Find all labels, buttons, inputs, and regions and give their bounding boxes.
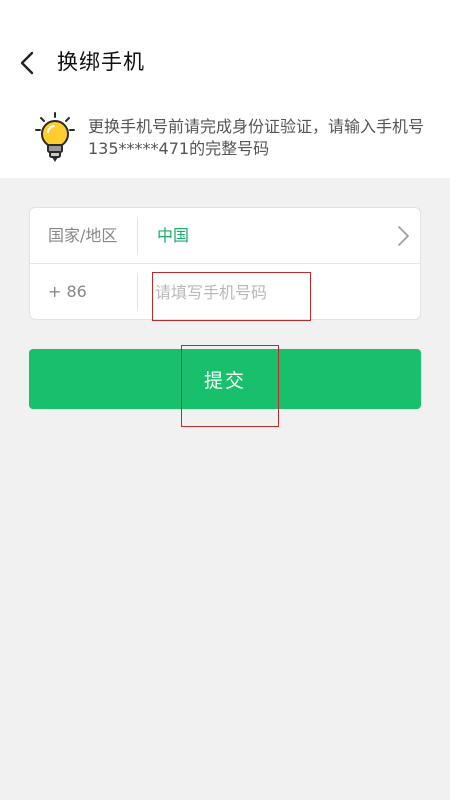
back-button[interactable] (10, 46, 44, 80)
chevron-right-icon (398, 226, 409, 246)
country-row[interactable]: 国家/地区 中国 (30, 208, 420, 264)
header-section: 换绑手机 更换手机号前请完成身份证验证，请输入手机号135*****471的完整… (0, 0, 450, 178)
chevron-left-icon (20, 51, 34, 75)
phone-number-input[interactable] (155, 274, 355, 310)
lightbulb-icon (35, 112, 75, 162)
tip-banner: 更换手机号前请完成身份证验证，请输入手机号135*****471的完整号码 (35, 112, 435, 162)
submit-button[interactable]: 提交 (29, 349, 421, 409)
country-value: 中国 (157, 226, 190, 245)
country-label: 国家/地区 (48, 226, 118, 245)
divider (137, 218, 138, 254)
tip-text: 更换手机号前请完成身份证验证，请输入手机号135*****471的完整号码 (88, 117, 425, 158)
page-title: 换绑手机 (57, 50, 145, 74)
phone-row: + 86 (30, 264, 420, 320)
divider (137, 274, 138, 310)
country-code-label: + 86 (48, 282, 87, 301)
phone-form-card: 国家/地区 中国 + 86 (29, 207, 421, 320)
